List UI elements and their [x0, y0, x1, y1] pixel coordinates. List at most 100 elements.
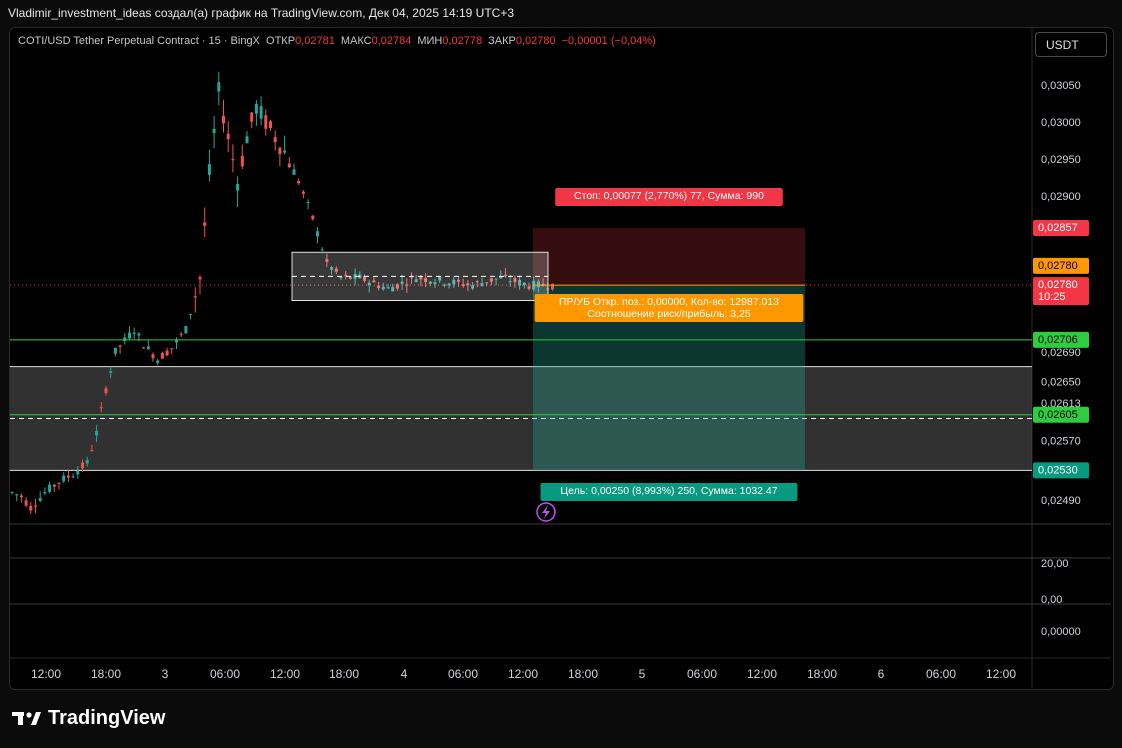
- high-value: 0,02784: [371, 35, 412, 47]
- candle-body: [278, 147, 282, 155]
- price-tick-label: 0,02570: [1041, 436, 1081, 448]
- price-tick-label: 0,02900: [1041, 191, 1081, 203]
- time-tick-label: 18:00: [807, 667, 837, 681]
- symbol-legend: COTI/USD Tether Perpetual Contract · 15 …: [18, 35, 662, 47]
- time-tick-label: 3: [162, 667, 169, 681]
- candle-body: [128, 332, 131, 339]
- candle-body: [170, 348, 174, 350]
- open-label: ОТКР: [266, 35, 296, 47]
- candle-body: [198, 277, 202, 280]
- candle-body: [301, 191, 305, 194]
- candle-body: [264, 115, 268, 129]
- candle-body: [193, 296, 197, 298]
- time-tick-label: 18:00: [91, 667, 121, 681]
- candle-body: [38, 498, 42, 501]
- change-value: −0,00001 (−0,04%): [561, 35, 656, 47]
- candle-body: [283, 150, 287, 153]
- price-chart[interactable]: Стоп: 0,00077 (2,770%) 77, Сумма: 990 ПР/…: [0, 0, 1122, 748]
- candle-body: [76, 471, 80, 475]
- low-value: 0,02778: [442, 35, 483, 47]
- candle-body: [71, 476, 75, 478]
- high-label: МАКС: [340, 35, 372, 47]
- candle-body: [217, 82, 221, 92]
- candle-body: [226, 133, 230, 140]
- currency-button[interactable]: USDT: [1035, 32, 1107, 57]
- candle-body: [165, 350, 169, 356]
- candle-body: [52, 484, 56, 487]
- tradingview-wordmark: TradingView: [48, 706, 166, 729]
- candle-body: [269, 121, 272, 129]
- time-tick-label: 4: [401, 667, 408, 681]
- candle-body: [146, 346, 150, 349]
- candle-body: [34, 505, 37, 507]
- time-tick-label: 18:00: [329, 667, 359, 681]
- price-tick-label: 0,03050: [1041, 80, 1081, 92]
- stop-price-tag-text: 0,02857: [1038, 222, 1078, 234]
- time-tick-label: 18:00: [568, 667, 598, 681]
- candle-body: [29, 505, 33, 511]
- symbol-name[interactable]: COTI/USD Tether Perpetual Contract · 15 …: [18, 35, 260, 47]
- candle-body: [48, 484, 52, 492]
- stop-loss-zone[interactable]: [533, 228, 805, 286]
- candle-body: [240, 155, 244, 167]
- candle-body: [551, 283, 554, 290]
- candle-body: [306, 202, 310, 204]
- candle-body: [142, 347, 146, 349]
- candle-body: [212, 128, 216, 134]
- stop-label-text: Стоп: 0,00077 (2,770%) 77, Сумма: 990: [574, 190, 764, 202]
- time-tick-label: 06:00: [926, 667, 956, 681]
- price-axis[interactable]: 0,03050 0,03000 0,02950 0,02900 0,02690 0,026…: [1033, 80, 1089, 507]
- candle-body: [254, 103, 258, 114]
- candle-body: [184, 326, 188, 334]
- time-tick-label: 06:00: [687, 667, 717, 681]
- lightning-icon: [542, 505, 550, 519]
- candle-body: [109, 371, 113, 373]
- candle-body: [66, 475, 70, 478]
- candle-body: [15, 494, 19, 496]
- candle-body: [250, 112, 254, 122]
- indicator-tick-label: 0,00: [1041, 594, 1062, 606]
- time-tick-label: 12:00: [508, 667, 538, 681]
- time-tick-label: 6: [878, 667, 885, 681]
- open-value: 0,02781: [295, 35, 335, 47]
- time-tick-label: 12:00: [31, 667, 61, 681]
- position-info-label-line-1: ПР/УБ Откр. поз.: 0,00000, Кол-во: 12987…: [559, 296, 779, 308]
- time-axis[interactable]: 12:00 18:00 3 06:00 12:00 18:00 4 06:00 12:00 18:…: [31, 667, 1016, 681]
- candle-body: [113, 347, 117, 354]
- candle-body: [137, 333, 141, 336]
- candle-body: [132, 332, 136, 334]
- close-value: 0,02780: [515, 35, 556, 47]
- time-tick-label: 12:00: [986, 667, 1016, 681]
- candle-body: [43, 492, 47, 494]
- resistance-price-tag-text: 0,02706: [1038, 334, 1078, 346]
- candle-body: [24, 500, 28, 506]
- candle-body: [236, 184, 240, 191]
- close-label: ЗАКР: [488, 35, 516, 47]
- price-tick-label: 0,02650: [1041, 376, 1081, 388]
- candle-body: [222, 115, 225, 124]
- entry-price-tag-text: 0,02780: [1038, 260, 1078, 272]
- indicator-tick-label: 0,00000: [1041, 626, 1081, 638]
- candle-body: [259, 106, 263, 119]
- target-price-tag-text: 0,02530: [1038, 464, 1078, 476]
- price-tick-label: 0,02690: [1041, 347, 1081, 359]
- tradingview-logo-icon: [12, 712, 41, 725]
- candle-body: [95, 430, 99, 436]
- candle-body: [287, 163, 291, 168]
- candle-body: [207, 164, 211, 175]
- candle-body: [179, 333, 183, 335]
- candle-body: [118, 345, 122, 347]
- candle-body: [123, 337, 127, 342]
- candle-body: [273, 137, 277, 143]
- price-tick-label: 0,03000: [1041, 117, 1081, 129]
- current-price-tag-line-2: 10:25: [1038, 291, 1066, 303]
- time-tick-label: 12:00: [747, 667, 777, 681]
- indicator-tick-label: 20,00: [1041, 558, 1069, 570]
- time-tick-label: 5: [639, 667, 646, 681]
- candle-body: [57, 482, 61, 484]
- candle-body: [85, 459, 89, 464]
- current-price-tag-line-1: 0,02780: [1038, 279, 1078, 291]
- candle-body: [19, 495, 23, 498]
- candle-body: [156, 360, 160, 364]
- low-label: МИН: [417, 35, 443, 47]
